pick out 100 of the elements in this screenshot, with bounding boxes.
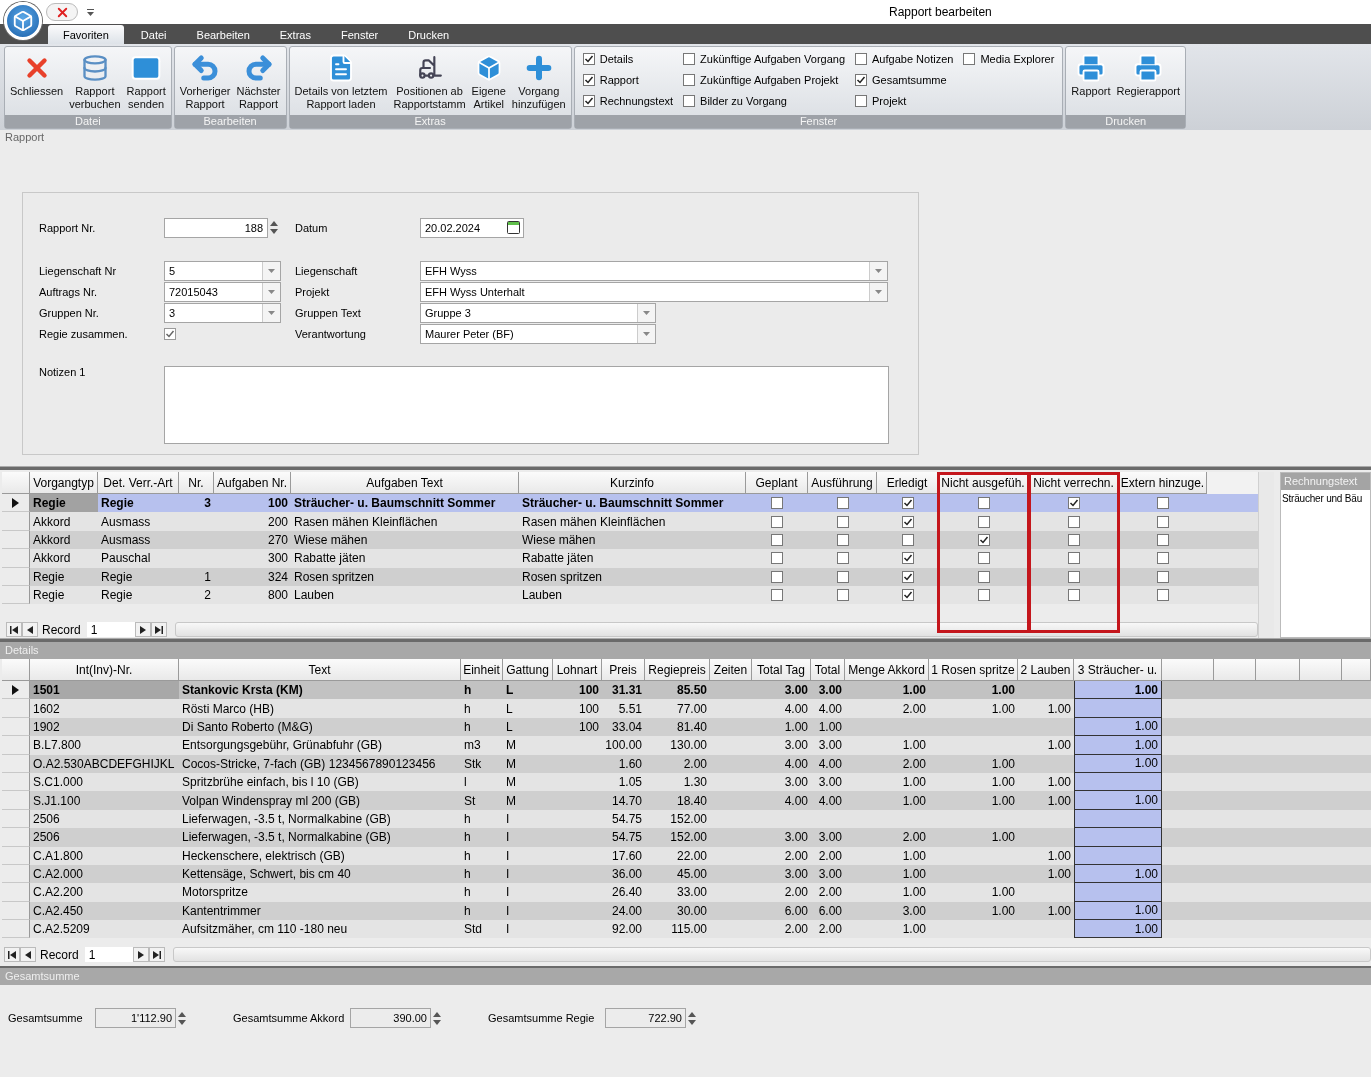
customize-toolbar-icon[interactable]: [87, 8, 94, 16]
checkbox[interactable]: [977, 589, 990, 602]
checkbox-label[interactable]: Projekt: [872, 95, 907, 107]
ribbon-button[interactable]: Positionen ab Rapportstamm: [390, 49, 469, 112]
row-header[interactable]: [2, 681, 30, 700]
checkbox[interactable]: [771, 533, 783, 546]
checkbox[interactable]: [963, 53, 976, 65]
column-header[interactable]: 1 Rosen spritze: [929, 659, 1018, 681]
ribbon-button[interactable]: Details von letztem Rapport laden: [291, 49, 391, 112]
notes-field[interactable]: [164, 366, 889, 444]
checkbox[interactable]: [1157, 570, 1169, 583]
checkbox[interactable]: [683, 95, 696, 107]
row-header[interactable]: [2, 494, 30, 513]
dropdown-button[interactable]: [637, 324, 655, 343]
checkbox[interactable]: [582, 95, 595, 107]
column-header[interactable]: Aufgaben Text: [291, 472, 519, 494]
checkbox-label[interactable]: Zukünftige Aufgaben Vorgang: [700, 53, 846, 65]
checkbox[interactable]: [855, 74, 868, 86]
column-header[interactable]: Vorgangtyp: [30, 472, 98, 494]
ribbon-button[interactable]: Vorgang hinzufügen: [508, 49, 569, 112]
column-header[interactable]: Int(Inv)-Nr.: [30, 659, 179, 681]
table-row[interactable]: C.A2.200 Motorspritze h I 26.40 33.00 2.00 2.00 1.00 1.00: [2, 883, 1371, 902]
dropdown-field[interactable]: 5: [164, 260, 281, 281]
column-header[interactable]: [1342, 659, 1371, 681]
quick-close-button[interactable]: [46, 3, 78, 21]
checkbox[interactable]: [836, 515, 849, 528]
ribbon-button[interactable]: Eigene Artikel: [468, 49, 509, 112]
table-row[interactable]: Akkord Ausmass 200 Rasen mähen Kleinflächen Rasen mähen Kleinflächen: [2, 512, 1258, 531]
checkbox[interactable]: [836, 570, 849, 583]
column-header[interactable]: Lohnart: [553, 659, 602, 681]
dropdown-button[interactable]: [262, 282, 280, 301]
column-header[interactable]: [1214, 659, 1256, 681]
column-header[interactable]: Total: [811, 659, 845, 681]
ribbon-button[interactable]: Rapport verbuchen: [66, 49, 124, 112]
column-header[interactable]: Geplant: [746, 472, 808, 494]
checkbox[interactable]: [1068, 533, 1080, 546]
column-header[interactable]: [1256, 659, 1300, 681]
column-header[interactable]: Ausführung: [808, 472, 877, 494]
checkbox[interactable]: [1068, 589, 1080, 602]
checkbox[interactable]: [901, 533, 914, 546]
checkbox[interactable]: [901, 497, 914, 510]
checkbox[interactable]: [683, 74, 696, 86]
checkbox[interactable]: [901, 552, 914, 565]
ribbon-button[interactable]: Regierapport: [1113, 49, 1184, 100]
app-menu-button[interactable]: [4, 2, 42, 40]
checkbox[interactable]: [1068, 552, 1080, 565]
checkbox[interactable]: [855, 95, 868, 107]
table-row[interactable]: 1602 Rösti Marco (HB) h L 100 5.51 77.00 4.00 4.00 2.00 1.00 1.00: [2, 699, 1371, 718]
column-header[interactable]: Einheit: [461, 659, 503, 681]
column-header[interactable]: Text: [179, 659, 461, 681]
column-header[interactable]: [1162, 659, 1214, 681]
checkbox[interactable]: [1068, 497, 1080, 510]
checkbox[interactable]: [771, 552, 783, 565]
checkbox[interactable]: [836, 497, 849, 510]
dropdown-button[interactable]: [637, 303, 655, 322]
dropdown-button[interactable]: [262, 303, 280, 322]
column-header[interactable]: Preis: [602, 659, 645, 681]
first-record-button[interactable]: [6, 622, 22, 637]
checkbox-label[interactable]: Bilder zu Vorgang: [700, 95, 787, 107]
table-row[interactable]: Regie Regie 3 100 Sträucher- u. Baumschnitt Sommer Sträucher- u. Baumschnitt Sommer: [2, 494, 1258, 513]
ribbon-button[interactable]: Vorheriger Rapport: [176, 49, 234, 112]
checkbox[interactable]: [1157, 515, 1169, 528]
checkbox[interactable]: [977, 533, 990, 546]
ribbon-tab[interactable]: Datei: [125, 25, 182, 44]
table-row[interactable]: 2506 Lieferwagen, -3.5 t, Normalkabine (GB) h I 54.75 152.00 3.00 3.00 2.00 1.00: [2, 828, 1371, 847]
column-header[interactable]: Menge Akkord: [845, 659, 929, 681]
checkbox[interactable]: [1157, 552, 1169, 565]
checkbox[interactable]: [901, 589, 914, 602]
table-row[interactable]: B.L7.800 Entsorgungsgebühr, Grünabfuhr (GB) m3 M 100.00 130.00 3.00 3.00 1.00 1.00 1.00: [2, 736, 1371, 755]
checkbox[interactable]: [977, 515, 990, 528]
number-field[interactable]: 722.90: [605, 1008, 686, 1028]
checkbox[interactable]: [582, 53, 595, 65]
dropdown-field[interactable]: 3: [164, 302, 281, 323]
dropdown-button[interactable]: [262, 261, 280, 280]
table-row[interactable]: S.J1.100 Volpan Windenspray ml 200 (GB) St M 14.70 18.40 4.00 4.00 1.00 1.00 1.00 1.00: [2, 791, 1371, 810]
column-header[interactable]: Zeiten: [710, 659, 752, 681]
checkbox-label[interactable]: Rapport: [599, 74, 639, 86]
column-header[interactable]: 2 Lauben: [1018, 659, 1074, 681]
checkbox-label[interactable]: Details: [599, 53, 634, 65]
checkbox[interactable]: [771, 497, 783, 510]
checkbox[interactable]: [1157, 533, 1169, 546]
checkbox[interactable]: [901, 515, 914, 528]
table-row[interactable]: Akkord Pauschal 300 Rabatte jäten Rabatte jäten: [2, 549, 1258, 568]
dropdown-field[interactable]: 72015043: [164, 281, 281, 302]
checkbox-label[interactable]: Media Explorer: [980, 53, 1055, 65]
column-header[interactable]: Det. Verr.-Art: [98, 472, 179, 494]
column-header[interactable]: Total Tag: [752, 659, 811, 681]
column-header[interactable]: 3 Sträucher- u.: [1074, 659, 1162, 681]
number-field[interactable]: 390.00: [350, 1008, 431, 1028]
checkbox[interactable]: [582, 74, 595, 86]
ribbon-tab[interactable]: Fenster: [325, 25, 394, 44]
checkbox[interactable]: [683, 53, 696, 65]
dropdown-field[interactable]: Gruppe 3: [420, 302, 656, 323]
checkbox[interactable]: [771, 515, 783, 528]
ribbon-button[interactable]: Rapport senden: [123, 49, 169, 112]
record-field[interactable]: 1: [84, 947, 133, 962]
dropdown-field[interactable]: EFH Wyss: [420, 260, 888, 281]
table-row[interactable]: C.A2.5209 Aufsitzmäher, cm 110 -180 neu Std I 92.00 115.00 2.00 2.00 1.00 1.00: [2, 920, 1371, 939]
column-header[interactable]: Regiepreis: [645, 659, 710, 681]
checkbox-label[interactable]: Zukünftige Aufgaben Projekt: [700, 74, 839, 86]
